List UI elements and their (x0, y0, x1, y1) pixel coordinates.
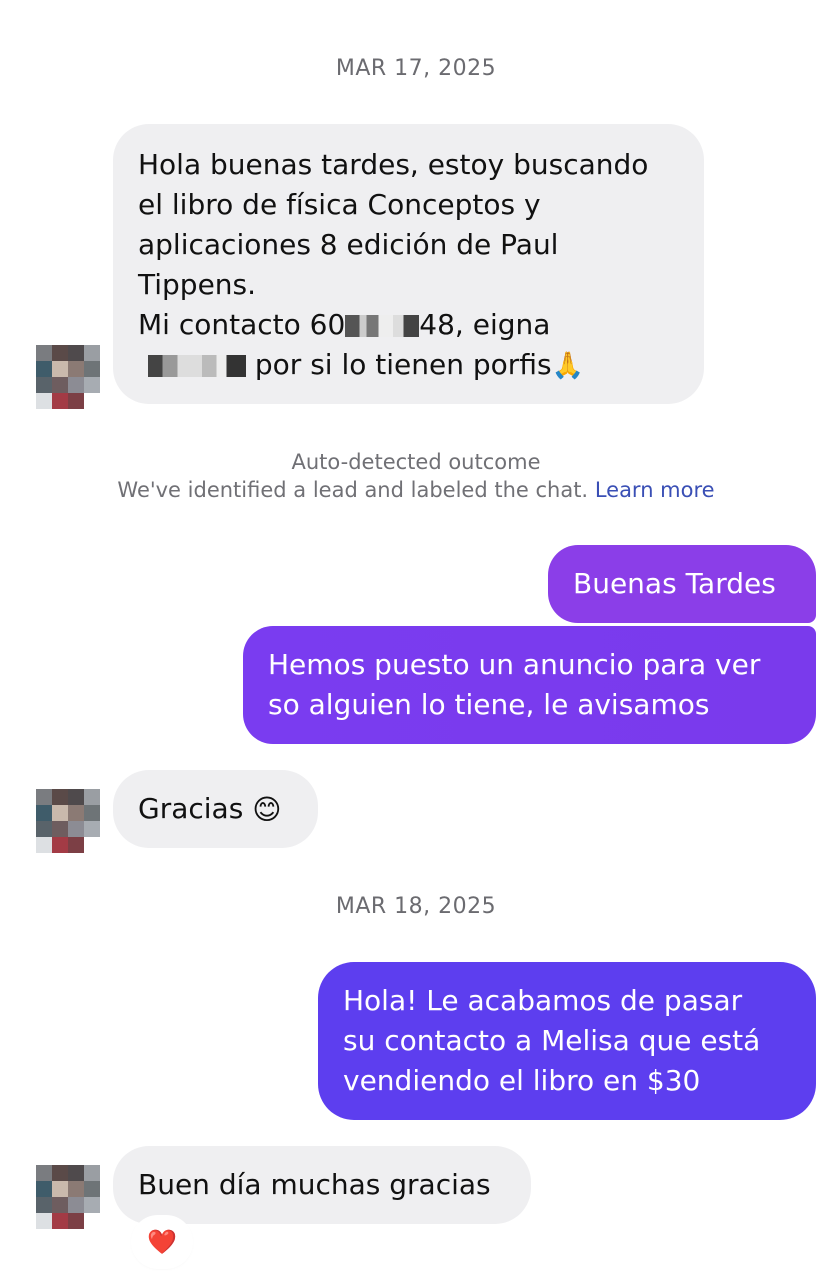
contact-mid: 48, eigna (419, 308, 551, 341)
date-separator: MAR 17, 2025 (335, 56, 497, 81)
smiling-face-emoji-icon: 😊 (252, 793, 282, 826)
heart-icon: ❤️ (147, 1228, 177, 1256)
notice-body: We've identified a lead and labeled the … (0, 476, 832, 504)
message-line: Hola! Le acabamos de pasar (343, 984, 743, 1017)
message-text: Gracias (138, 792, 244, 825)
pray-emoji-icon: 🙏 (551, 351, 584, 381)
message-line: Hemos puesto un anuncio para ver (268, 648, 761, 681)
message-line: aplicaciones 8 edición de Paul (138, 228, 559, 261)
incoming-message-bubble[interactable]: Hola buenas tardes, estoy buscando el li… (113, 124, 704, 404)
auto-detected-notice: Auto-detected outcome We've identified a… (0, 448, 832, 504)
message-line: el libro de física Conceptos y (138, 188, 541, 221)
notice-title: Auto-detected outcome (291, 450, 541, 474)
learn-more-link[interactable]: Learn more (595, 478, 715, 502)
date-separator: MAR 18, 2025 (335, 894, 497, 919)
notice-text: We've identified a lead and labeled the … (117, 478, 589, 502)
avatar[interactable] (36, 789, 100, 853)
contact-suffix: por si lo tienen porfis (246, 348, 552, 381)
message-line: Mi contacto 60 48, eigna (138, 305, 679, 345)
message-line: por si lo tienen porfis🙏 (138, 345, 679, 386)
outgoing-message-bubble[interactable]: Buenas Tardes (548, 545, 816, 623)
outgoing-message-bubble[interactable]: Hemos puesto un anuncio para ver so algu… (243, 626, 816, 744)
incoming-message-bubble[interactable]: Gracias 😊 (113, 770, 318, 848)
message-line: su contacto a Melisa que está (343, 1024, 761, 1057)
reaction-badge[interactable]: ❤️ (134, 1218, 190, 1266)
redacted-block (148, 355, 246, 377)
redacted-block (393, 315, 420, 337)
avatar[interactable] (36, 345, 100, 409)
redacted-block (345, 315, 394, 337)
outgoing-message-bubble[interactable]: Hola! Le acabamos de pasar su contacto a… (318, 962, 816, 1120)
message-line: Buenas Tardes (573, 567, 776, 600)
message-line: Tippens. (138, 268, 257, 301)
message-line: Hola buenas tardes, estoy buscando (138, 148, 649, 181)
contact-prefix: Mi contacto 60 (138, 308, 346, 341)
message-line: so alguien lo tiene, le avisamos (268, 688, 710, 721)
message-line: Gracias 😊 (138, 789, 293, 830)
message-line: Buen día muchas gracias (138, 1168, 491, 1201)
incoming-message-bubble[interactable]: Buen día muchas gracias (113, 1146, 531, 1224)
avatar[interactable] (36, 1165, 100, 1229)
message-line: vendiendo el libro en $30 (343, 1064, 701, 1097)
